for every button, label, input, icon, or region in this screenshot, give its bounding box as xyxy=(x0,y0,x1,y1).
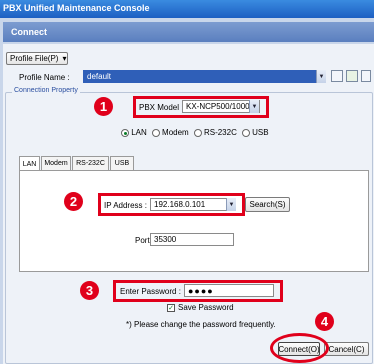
delete-profile-icon[interactable] xyxy=(361,70,371,82)
radio-usb[interactable]: USB xyxy=(241,128,269,137)
profile-file-label: Profile File(P) xyxy=(10,54,59,63)
tab-usb-label: USB xyxy=(114,160,130,167)
connect-section-header: Connect xyxy=(3,22,374,42)
step-badge-2: 2 xyxy=(64,192,83,211)
chevron-down-icon[interactable]: ▼ xyxy=(316,70,326,83)
tab-usb[interactable]: USB xyxy=(110,156,134,170)
radio-icon xyxy=(193,128,202,137)
step-badge-3: 3 xyxy=(80,281,99,300)
highlight-connect xyxy=(270,333,329,363)
profile-file-button[interactable]: Profile File(P) ▾ xyxy=(6,52,68,65)
tab-rs232c-label: RS-232C xyxy=(76,160,105,167)
save-password-checkbox[interactable]: ✓ Save Password xyxy=(167,303,234,312)
highlight-pbx-model xyxy=(133,96,269,118)
radio-lan-label: LAN xyxy=(131,128,147,137)
tab-rs232c[interactable]: RS-232C xyxy=(72,156,109,170)
port-value: 35300 xyxy=(154,235,177,244)
radio-rs232c[interactable]: RS-232C xyxy=(193,128,237,137)
save-profile-icon[interactable] xyxy=(346,70,358,82)
save-password-label: Save Password xyxy=(178,303,234,312)
password-note: *) Please change the password frequently… xyxy=(126,320,276,329)
window-title-bar: PBX Unified Maintenance Console xyxy=(0,0,374,18)
step-badge-4: 4 xyxy=(315,312,334,331)
tab-modem[interactable]: Modem xyxy=(41,156,71,170)
section-title: Connect xyxy=(11,27,47,37)
radio-icon xyxy=(151,128,160,137)
radio-icon xyxy=(241,128,250,137)
connection-property-legend: Connection Property xyxy=(12,87,80,94)
radio-rs232c-label: RS-232C xyxy=(203,128,237,137)
connection-type-radio-group: LAN Modem RS-232C USB xyxy=(121,128,269,137)
window-title: PBX Unified Maintenance Console xyxy=(3,3,150,13)
port-field[interactable]: 35300 xyxy=(150,233,234,246)
search-button-label: Search(S) xyxy=(249,200,286,209)
profile-name-label: Profile Name : xyxy=(19,73,70,82)
radio-usb-label: USB xyxy=(252,128,269,137)
new-profile-icon[interactable] xyxy=(331,70,343,82)
radio-lan[interactable]: LAN xyxy=(121,128,147,137)
checkbox-checked-icon: ✓ xyxy=(167,303,175,312)
profile-name-select[interactable]: default xyxy=(83,70,323,83)
lan-tab-page xyxy=(19,170,369,272)
profile-name-value: default xyxy=(87,72,112,81)
cancel-button-label: Cancel(C) xyxy=(328,344,365,354)
cancel-button[interactable]: Cancel(C) xyxy=(324,342,369,356)
tab-lan-label: LAN xyxy=(22,160,37,168)
radio-icon xyxy=(121,128,129,137)
radio-modem[interactable]: Modem xyxy=(151,128,189,137)
search-button[interactable]: Search(S) xyxy=(245,197,290,212)
highlight-ip-address xyxy=(98,193,245,216)
step-badge-1: 1 xyxy=(94,97,113,116)
radio-modem-label: Modem xyxy=(162,128,189,137)
chevron-down-icon: ▾ xyxy=(62,54,67,63)
tab-lan[interactable]: LAN xyxy=(19,156,40,171)
tab-modem-label: Modem xyxy=(44,160,68,167)
highlight-password xyxy=(113,280,283,302)
